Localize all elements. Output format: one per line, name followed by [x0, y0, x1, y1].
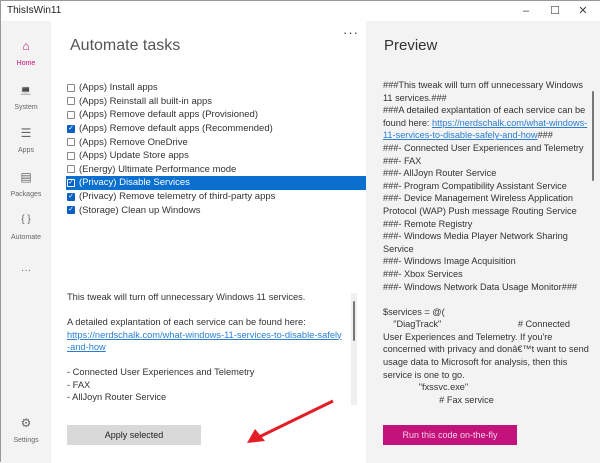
laptop-icon: 💻 [20, 85, 32, 95]
task-checkbox[interactable]: ✓ [67, 206, 75, 215]
minimize-button[interactable]: – [512, 3, 540, 19]
task-item[interactable]: (Apps) Remove OneDrive [66, 135, 366, 149]
description-text: This tweak will turn off unnecessary Win… [67, 292, 306, 302]
task-item[interactable]: ✓ (Apps) Remove default apps (Recommended… [66, 122, 366, 136]
task-item[interactable]: (Apps) Reinstall all built-in apps [66, 95, 366, 109]
description-item: - FAX [67, 379, 91, 390]
task-label: (Apps) Reinstall all built-in apps [79, 95, 213, 107]
task-label: (Apps) Remove default apps (Recommended) [79, 123, 273, 135]
nav-home[interactable]: ⌂ Home [1, 39, 51, 67]
task-label: (Apps) Remove default apps (Provisioned) [79, 109, 259, 121]
task-checkbox[interactable] [67, 97, 75, 106]
task-checkbox[interactable] [67, 110, 75, 119]
red-arrow-annotation [247, 399, 334, 443]
nav-label: Home [16, 60, 36, 67]
preview-text: ### ###- Connected User Experiences and … [383, 130, 589, 405]
task-label: (Apps) Update Store apps [79, 150, 189, 162]
maximize-button[interactable]: ☐ [541, 3, 569, 19]
apply-selected-button[interactable]: Apply selected [67, 425, 201, 445]
nav-label: Settings [13, 437, 39, 444]
more-options-button[interactable]: ··· [343, 25, 359, 40]
task-checkbox[interactable]: ✓ [67, 124, 75, 133]
package-icon: ▤ [20, 170, 32, 184]
home-icon: ⌂ [22, 39, 30, 53]
nav-label: Packages [10, 191, 42, 198]
description-item: - Connected User Experiences and Telemet… [67, 367, 255, 377]
description-scrollbar[interactable] [351, 293, 357, 405]
task-label: (Privacy) Remove telemetry of third-part… [79, 191, 276, 203]
nav-label: System [14, 104, 38, 111]
task-item[interactable]: ✓ (Privacy) Remove telemetry of third-par… [66, 190, 366, 204]
preview-scrollbar[interactable] [590, 81, 596, 411]
title-bar: ThisIsWin11 – ☐ ✕ [1, 1, 600, 21]
nav-automate[interactable]: { } Automate [1, 213, 51, 241]
task-item[interactable]: (Apps) Install apps [66, 81, 366, 95]
nav-label: Automate [11, 234, 41, 241]
task-checkbox[interactable]: ✓ [67, 192, 75, 201]
gear-icon: ⚙ [20, 416, 32, 430]
task-label: (Energy) Ultimate Performance mode [79, 163, 237, 175]
task-label: (Privacy) Disable Services [79, 177, 190, 189]
task-label: (Apps) Install apps [79, 82, 158, 94]
nav-settings[interactable]: ⚙ Settings [1, 416, 51, 444]
nav-packages[interactable]: ▤ Packages [1, 170, 51, 198]
run-code-button[interactable]: Run this code on-the-fly [383, 425, 517, 445]
sidebar: ⌂ Home 💻 System ☰ Apps ▤ Packages { } Automat… [1, 21, 51, 463]
automate-panel: Automate tasks ··· (Apps) Install apps (A… [51, 21, 366, 463]
task-item[interactable]: (Energy) Ultimate Performance mode [66, 163, 366, 177]
task-checkbox[interactable] [67, 83, 75, 92]
nav-label: Apps [18, 147, 34, 154]
close-button[interactable]: ✕ [569, 3, 597, 19]
task-checkbox[interactable] [67, 138, 75, 147]
task-checkbox[interactable] [67, 165, 75, 174]
app-title: ThisIsWin11 [7, 5, 62, 16]
task-label: (Storage) Clean up Windows [79, 204, 201, 216]
task-item[interactable]: (Apps) Update Store apps [66, 149, 366, 163]
preview-title: Preview [384, 37, 438, 54]
task-item[interactable]: (Apps) Remove default apps (Provisioned) [66, 108, 366, 122]
nav-more[interactable]: ··· [1, 265, 51, 276]
task-item[interactable]: ✓ (Storage) Clean up Windows [66, 203, 366, 217]
task-item[interactable]: ✓ (Privacy) Disable Services [66, 176, 366, 190]
task-checkbox[interactable] [67, 151, 75, 160]
task-label: (Apps) Remove OneDrive [79, 136, 188, 148]
description-text: A detailed explantation of each service … [67, 317, 306, 327]
task-checkbox[interactable]: ✓ [67, 178, 75, 187]
nav-apps[interactable]: ☰ Apps [1, 126, 51, 154]
list-icon: ☰ [20, 126, 32, 140]
task-description: This tweak will turn off unnecessary Win… [67, 291, 342, 404]
nav-system[interactable]: 💻 System [1, 83, 51, 111]
description-link[interactable]: https://nerdschalk.com/what-windows-11-s… [67, 330, 342, 353]
braces-icon: { } [21, 214, 31, 225]
preview-panel: Preview ###This tweak will turn off unne… [366, 21, 600, 463]
preview-code: ###This tweak will turn off unnecessary … [383, 79, 589, 409]
page-title: Automate tasks [70, 37, 181, 54]
task-list: (Apps) Install apps (Apps) Reinstall all … [66, 81, 366, 217]
